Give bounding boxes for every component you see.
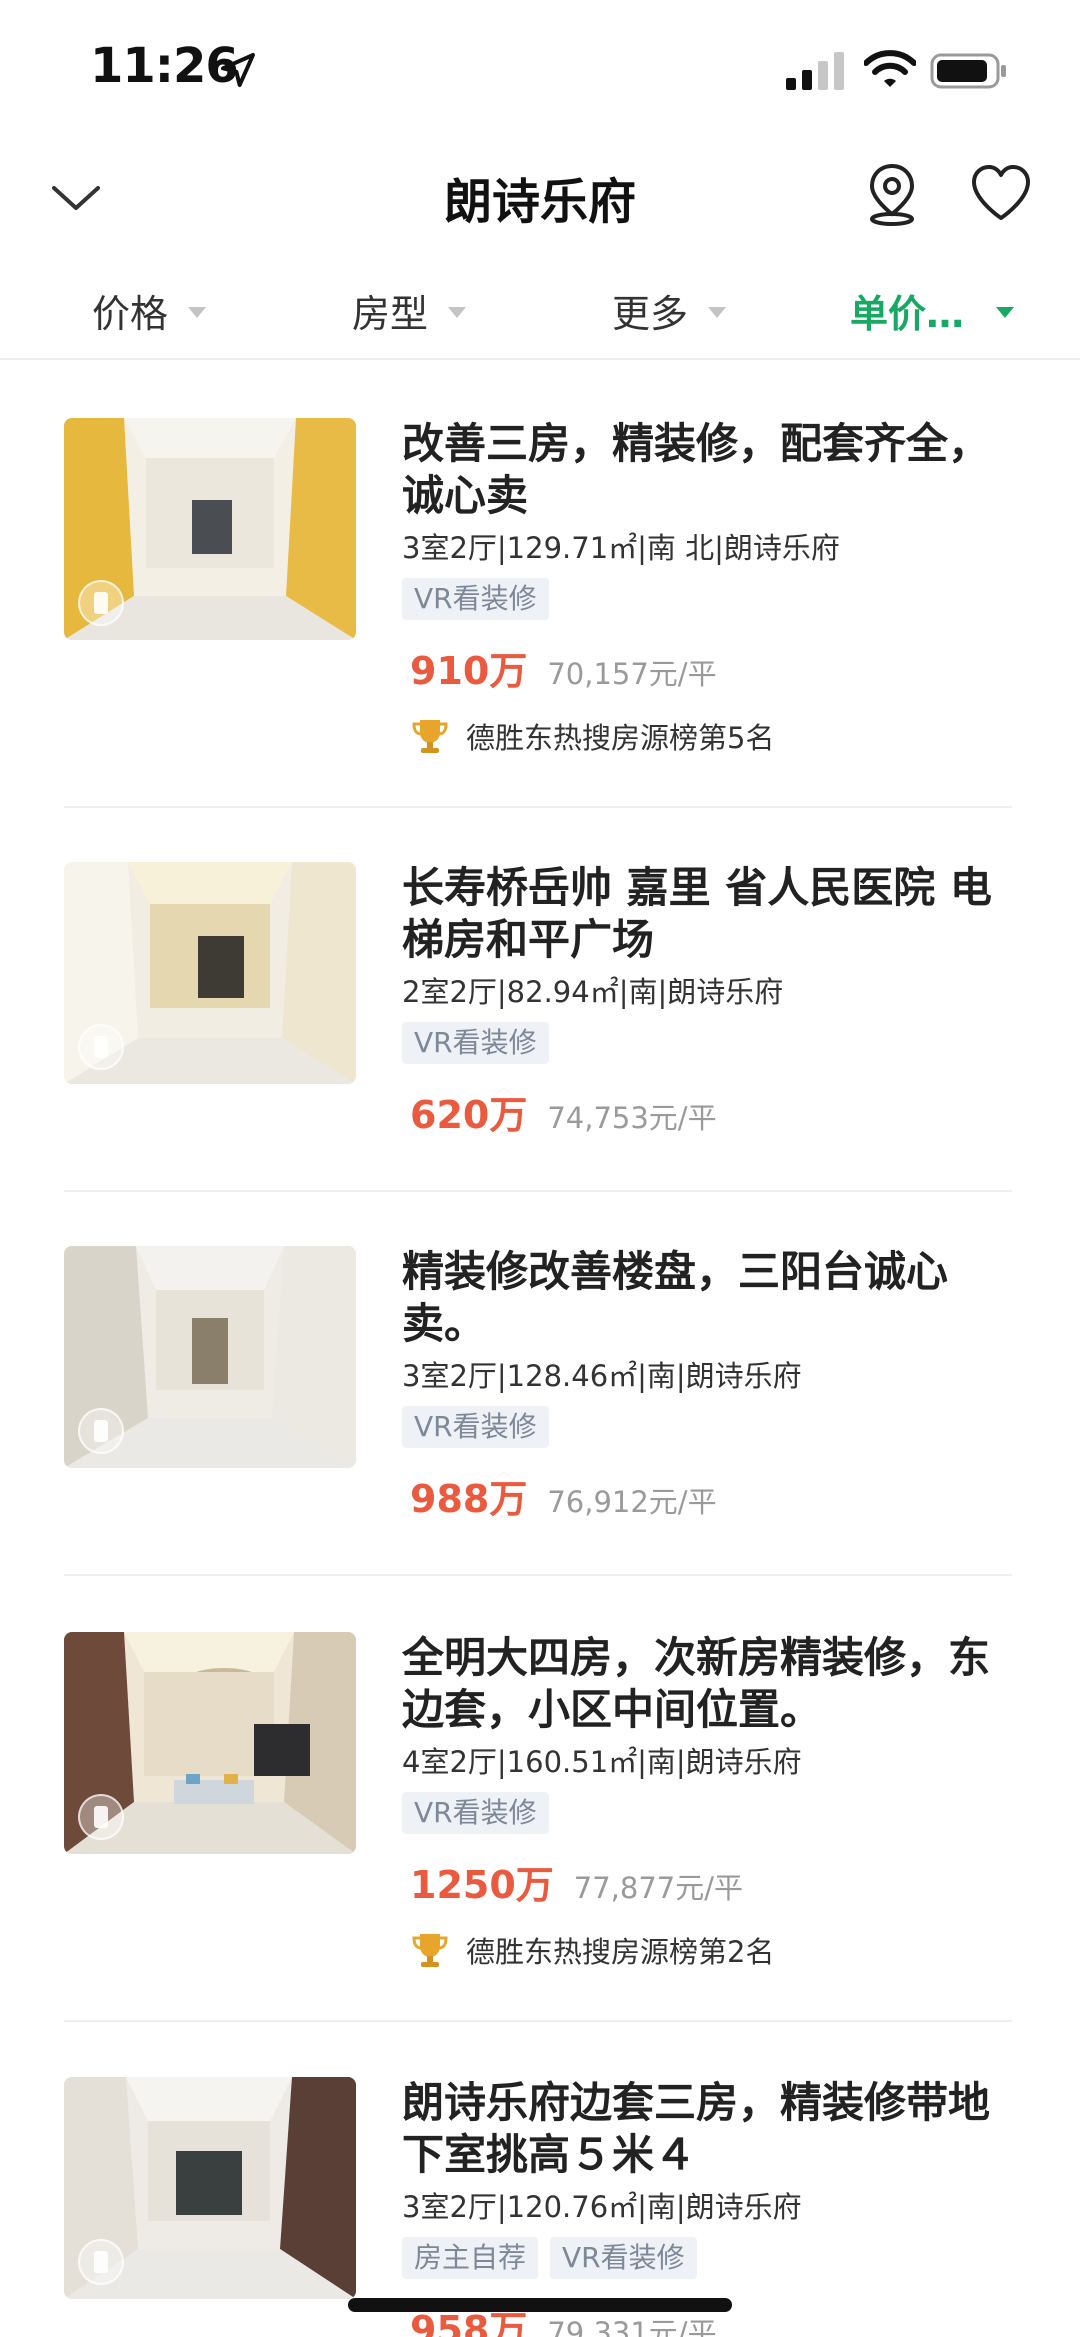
divider <box>64 1574 1012 1576</box>
listing-meta: 3室2厅|120.76㎡|南|朗诗乐府 <box>402 2190 802 2224</box>
filter-price-label: 价格 <box>92 291 169 336</box>
listing-photo <box>64 1632 356 1854</box>
nav-bar: 朗诗乐府 <box>0 140 1080 250</box>
map-pin-icon[interactable] <box>864 162 920 226</box>
vr-badge-icon <box>78 1024 124 1070</box>
listing-title: 全明大四房，次新房精装修，东边套，小区中间位置。 <box>402 1633 991 1734</box>
tag-owner-recommend: 房主自荐 <box>402 2237 539 2279</box>
tag-vr: VR看装修 <box>402 1792 549 1834</box>
filter-more[interactable]: 更多 <box>612 282 727 338</box>
divider <box>64 2020 1012 2022</box>
listing-meta: 3室2厅|129.71㎡|南 北|朗诗乐府 <box>402 531 840 565</box>
tag-vr: VR看装修 <box>402 1022 549 1064</box>
tag-vr: VR看装修 <box>402 1406 549 1448</box>
filter-layout-label: 房型 <box>352 291 429 336</box>
filter-price[interactable]: 价格 <box>92 282 207 338</box>
status-bar: 11:26 <box>0 0 1080 140</box>
listing-photo <box>64 1246 356 1468</box>
vr-badge-icon <box>78 580 124 626</box>
filter-bar: 价格 房型 更多 单价… <box>0 262 1080 360</box>
rank-text: 德胜东热搜房源榜第5名 <box>466 721 775 755</box>
listing-price: 988万 <box>410 1477 528 1521</box>
rank-text: 德胜东热搜房源榜第2名 <box>466 1935 775 1969</box>
caret-down-icon <box>996 306 1015 318</box>
caret-down-icon <box>448 306 467 318</box>
filter-unit-price-label: 单价… <box>850 291 965 336</box>
divider <box>64 1190 1012 1192</box>
listing-unit-price: 74,753元/平 <box>547 1101 717 1135</box>
listing-price: 620万 <box>410 1093 528 1137</box>
listing-price: 1250万 <box>410 1863 554 1907</box>
listing-title: 朗诗乐府边套三房，精装修带地下室挑高５米４ <box>402 2078 991 2179</box>
status-time: 11:26 <box>90 38 239 94</box>
vr-badge-icon <box>78 2239 124 2285</box>
location-arrow-icon <box>221 53 255 87</box>
filter-more-label: 更多 <box>612 291 689 336</box>
listing-item[interactable]: 改善三房，精装修，配套齐全，诚心卖 3室2厅|129.71㎡|南 北|朗诗乐府 … <box>64 418 1012 808</box>
vr-badge-icon <box>78 1794 124 1840</box>
listing-photo <box>64 2077 356 2299</box>
trophy-icon <box>412 720 448 753</box>
listing-unit-price: 77,877元/平 <box>573 1871 744 1905</box>
listing-price: 910万 <box>410 649 528 693</box>
listing-title: 长寿桥岳帅 嘉里 省人民医院 电梯房和平广场 <box>402 863 992 964</box>
vr-badge-icon <box>78 1408 124 1454</box>
listing-unit-price: 76,912元/平 <box>547 1485 717 1519</box>
listing-title: 改善三房，精装修，配套齐全，诚心卖 <box>402 419 991 520</box>
cellular-signal-icon <box>786 52 844 90</box>
tag-vr: VR看装修 <box>402 578 549 620</box>
listing-meta: 4室2厅|160.51㎡|南|朗诗乐府 <box>402 1745 802 1779</box>
filter-unit-price[interactable]: 单价… <box>850 282 1015 338</box>
listing-meta: 3室2厅|128.46㎡|南|朗诗乐府 <box>402 1359 802 1393</box>
listing-unit-price: 70,157元/平 <box>547 657 717 691</box>
listing-photo <box>64 862 356 1084</box>
tag-vr: VR看装修 <box>550 2237 697 2279</box>
home-indicator[interactable] <box>348 2298 732 2312</box>
listing-item[interactable]: 精装修改善楼盘，三阳台诚心卖。 3室2厅|128.46㎡|南|朗诗乐府 VR看装… <box>64 1246 1012 1576</box>
rank-badge: 德胜东热搜房源榜第5名 <box>402 715 1012 757</box>
listing-photo <box>64 418 356 640</box>
caret-down-icon <box>708 306 727 318</box>
wifi-icon <box>864 50 916 87</box>
listing-meta: 2室2厅|82.94㎡|南|朗诗乐府 <box>402 975 784 1009</box>
divider <box>64 806 1012 808</box>
listing-unit-price: 79,331元/平 <box>547 2316 717 2337</box>
rank-badge: 德胜东热搜房源榜第2名 <box>402 1929 1012 1971</box>
heart-icon[interactable] <box>970 164 1032 222</box>
filter-layout[interactable]: 房型 <box>352 282 467 338</box>
caret-down-icon <box>188 306 207 318</box>
battery-icon <box>930 53 1006 89</box>
listing-title: 精装修改善楼盘，三阳台诚心卖。 <box>402 1247 949 1348</box>
trophy-icon <box>412 1934 448 1967</box>
listing-item[interactable]: 长寿桥岳帅 嘉里 省人民医院 电梯房和平广场 2室2厅|82.94㎡|南|朗诗乐… <box>64 862 1012 1192</box>
listing-item[interactable]: 全明大四房，次新房精装修，东边套，小区中间位置。 4室2厅|160.51㎡|南|… <box>64 1632 1012 2022</box>
